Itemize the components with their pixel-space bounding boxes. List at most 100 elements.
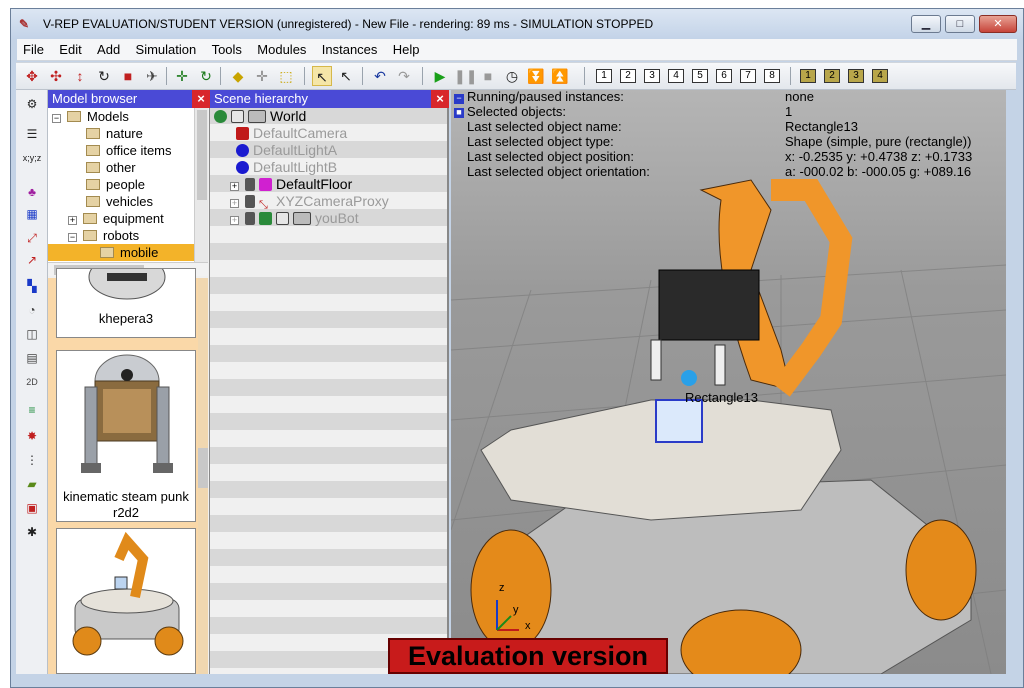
shapes-icon[interactable]: ⤢: [22, 228, 42, 248]
scripts-icon[interactable]: ▦: [22, 204, 42, 224]
scene-item-defaultlightb[interactable]: DefaultLightB: [236, 159, 337, 176]
object-shift-icon[interactable]: ✛: [172, 66, 192, 86]
scene-item-defaultfloor[interactable]: + DefaultFloor: [230, 176, 352, 193]
tree-item-robots[interactable]: − robots: [68, 227, 194, 244]
scene-item-world[interactable]: World: [214, 108, 306, 125]
undo-icon[interactable]: ↶: [370, 66, 390, 86]
info-minimize-icon[interactable]: −: [454, 94, 464, 104]
menu-tools[interactable]: Tools: [206, 39, 248, 60]
scene-2-button[interactable]: 2: [620, 69, 636, 83]
expand-icon[interactable]: +: [230, 182, 239, 191]
click-select-icon[interactable]: ↖: [312, 66, 332, 86]
scene-hierarchy-close-button[interactable]: ×: [431, 90, 449, 108]
scene-8-button[interactable]: 8: [764, 69, 780, 83]
shape-edit-icon[interactable]: ↖: [336, 66, 356, 86]
page-1-button[interactable]: 1: [800, 69, 816, 83]
selection-icon[interactable]: ≡: [22, 400, 42, 420]
tree-item-other[interactable]: other: [86, 159, 194, 176]
model-browser-close-button[interactable]: ×: [192, 90, 210, 108]
toolbar-separator: [584, 67, 585, 85]
realtime-mode-icon[interactable]: ◷: [502, 66, 522, 86]
menu-instances[interactable]: Instances: [316, 39, 384, 60]
stop-simulation-icon[interactable]: ■: [478, 66, 498, 86]
model-thumbnail-youbot[interactable]: [56, 528, 196, 674]
assemble-icon[interactable]: ◆: [228, 66, 248, 86]
selection-box-icon[interactable]: ⬚: [276, 66, 296, 86]
transfer-dna-icon[interactable]: ✛: [252, 66, 272, 86]
redo-icon[interactable]: ↷: [394, 66, 414, 86]
tree-item-nature[interactable]: nature: [86, 125, 194, 142]
collapse-icon[interactable]: −: [68, 233, 77, 242]
camera-shift-icon[interactable]: ↕: [70, 66, 90, 86]
minimize-button[interactable]: ▁: [911, 15, 941, 33]
menu-add[interactable]: Add: [91, 39, 126, 60]
layers-icon[interactable]: ▤: [22, 348, 42, 368]
calculation-modules-icon[interactable]: x;y;z: [22, 148, 42, 168]
model-thumbnail-r2d2[interactable]: kinematic steam punk r2d2: [56, 350, 196, 522]
joints-icon[interactable]: ↗: [22, 250, 42, 270]
scene-5-button[interactable]: 5: [692, 69, 708, 83]
expand-icon[interactable]: +: [230, 199, 239, 208]
collections-icon[interactable]: ♣: [22, 182, 42, 202]
camera-fly-icon[interactable]: ✈: [142, 66, 162, 86]
scene-item-xyzcameraproxy[interactable]: + ⤡ XYZCameraProxy: [230, 193, 389, 211]
pause-simulation-icon[interactable]: ❚❚: [454, 66, 477, 86]
graph-icon[interactable]: ✸: [22, 426, 42, 446]
scene-1-button[interactable]: 1: [596, 69, 612, 83]
camera-pan-icon[interactable]: ✥: [22, 66, 42, 86]
page-3-button[interactable]: 3: [848, 69, 864, 83]
object-rotate-icon[interactable]: ↻: [196, 66, 216, 86]
scene-item-defaultlighta[interactable]: DefaultLightA: [236, 142, 337, 159]
scene-viewport[interactable]: − ■ Running/paused instances: none Selec…: [451, 90, 1006, 674]
menu-edit[interactable]: Edit: [53, 39, 87, 60]
simulation-settings-icon[interactable]: ⚙: [22, 94, 42, 114]
folder-icon: [86, 145, 100, 156]
tree-item-people[interactable]: people: [86, 176, 194, 193]
slow-down-icon[interactable]: ⏬: [526, 66, 546, 86]
scene-7-button[interactable]: 7: [740, 69, 756, 83]
menu-simulation[interactable]: Simulation: [130, 39, 203, 60]
page-2-button[interactable]: 2: [824, 69, 840, 83]
menu-file[interactable]: File: [17, 39, 50, 60]
camera-opening-icon[interactable]: ↻: [94, 66, 114, 86]
model-browser-toggle-icon[interactable]: ◔: [22, 300, 42, 320]
scene-hierarchy-toggle-icon[interactable]: ◫: [22, 324, 42, 344]
collapse-icon[interactable]: −: [52, 114, 61, 123]
thumbnails-scrollbar[interactable]: [198, 278, 208, 674]
model-tree-scrollbar[interactable]: [194, 108, 208, 262]
menu-help[interactable]: Help: [387, 39, 426, 60]
tree-item-vehicles[interactable]: vehicles: [86, 193, 194, 210]
video-recorder-icon[interactable]: ▣: [22, 498, 42, 518]
info-toggle-icon[interactable]: ■: [454, 108, 464, 118]
2d-elements-icon[interactable]: 2D: [22, 372, 42, 392]
tree-item-mobile[interactable]: mobile: [48, 244, 194, 261]
scene-3-button[interactable]: 3: [644, 69, 660, 83]
menu-modules[interactable]: Modules: [251, 39, 312, 60]
scene-6-button[interactable]: 6: [716, 69, 732, 83]
maximize-button[interactable]: □: [945, 15, 975, 33]
scene-4-button[interactable]: 4: [668, 69, 684, 83]
tree-item-models[interactable]: − Models: [52, 108, 194, 125]
scene-item-defaultcamera[interactable]: DefaultCamera: [236, 125, 347, 142]
model-thumbnail-khepera3[interactable]: khepera3: [56, 268, 196, 338]
scrollbar-thumb[interactable]: [198, 448, 208, 488]
user-settings-icon[interactable]: ✱: [22, 522, 42, 542]
list-icon[interactable]: ⋮: [22, 450, 42, 470]
tree-item-office-items[interactable]: office items: [86, 142, 194, 159]
expand-icon[interactable]: +: [68, 216, 77, 225]
paths-icon[interactable]: ▚: [22, 276, 42, 296]
camera-rotate-icon[interactable]: ✣: [46, 66, 66, 86]
scrollbar-thumb[interactable]: [197, 110, 207, 200]
close-button[interactable]: ✕: [979, 15, 1017, 33]
menu-bar: File Edit Add Simulation Tools Modules I…: [17, 39, 1017, 61]
camera-fit-icon[interactable]: ■: [118, 66, 138, 86]
scene-object-properties-icon[interactable]: ☰: [22, 124, 42, 144]
scene-item-youbot[interactable]: + youBot: [230, 210, 359, 227]
speed-up-icon[interactable]: ⏫: [550, 66, 570, 86]
page-4-button[interactable]: 4: [872, 69, 888, 83]
tree-item-equipment[interactable]: + equipment: [68, 210, 194, 227]
toolbar-separator: [220, 67, 221, 85]
layers-stack-icon[interactable]: ▰: [22, 474, 42, 494]
expand-icon[interactable]: +: [230, 216, 239, 225]
start-simulation-icon[interactable]: ▶: [430, 66, 450, 86]
